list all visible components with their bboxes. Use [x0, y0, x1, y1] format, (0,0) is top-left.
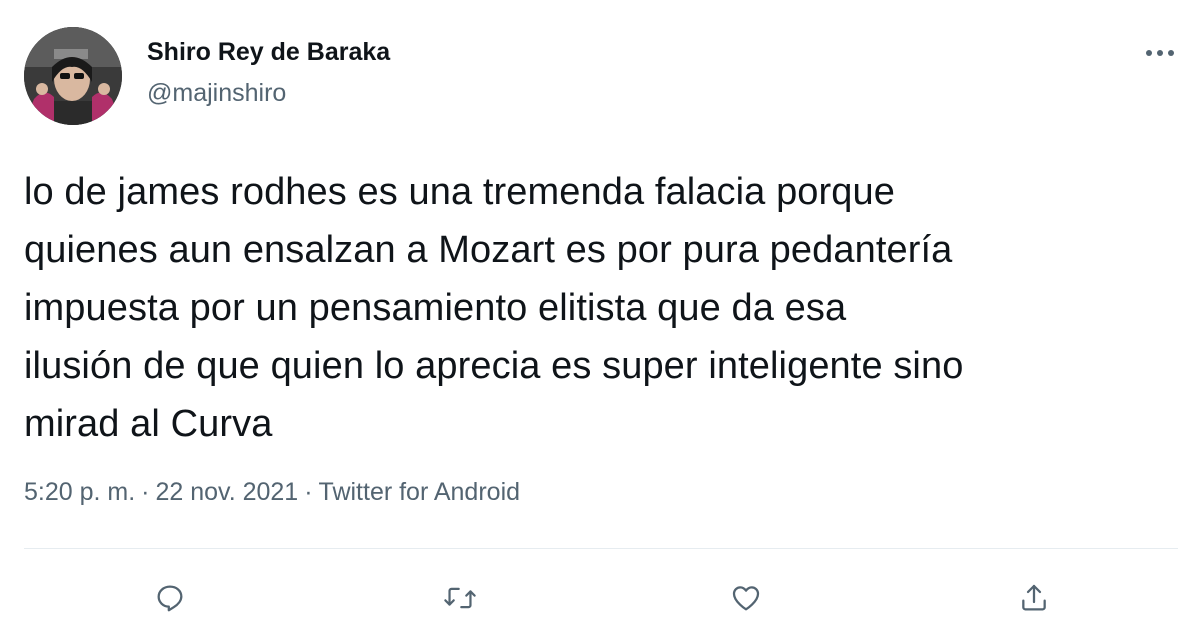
share-button[interactable]: [1010, 574, 1058, 622]
meta-separator: ·: [141, 478, 150, 506]
heart-icon: [732, 586, 760, 611]
tweet-text: lo de james rodhes es una tremenda falac…: [24, 171, 964, 445]
like-button[interactable]: [722, 574, 770, 622]
retweet-button[interactable]: [436, 574, 484, 622]
tweet-source[interactable]: Twitter for Android: [319, 478, 520, 506]
avatar[interactable]: [24, 27, 122, 125]
author-name[interactable]: Shiro Rey de Baraka: [147, 38, 390, 67]
tweet-card: Shiro Rey de Baraka @majinshiro lo de ja…: [0, 0, 1200, 642]
more-options-button[interactable]: [1136, 35, 1184, 71]
tweet-date[interactable]: 22 nov. 2021: [156, 478, 299, 506]
share-icon: [1022, 584, 1046, 611]
reply-icon: [157, 585, 183, 612]
reply-button[interactable]: [146, 574, 194, 622]
meta-separator: ·: [304, 478, 313, 506]
retweet-icon: [444, 587, 476, 609]
avatar-photo-icon: [24, 27, 122, 125]
more-dots-icon: [1146, 50, 1174, 56]
tweet-metadata: 5:20 p. m. · 22 nov. 2021 · Twitter for Andr…: [24, 478, 520, 507]
divider: [24, 548, 1178, 549]
author-handle[interactable]: @majinshiro: [147, 79, 286, 108]
tweet-time[interactable]: 5:20 p. m.: [24, 478, 135, 506]
